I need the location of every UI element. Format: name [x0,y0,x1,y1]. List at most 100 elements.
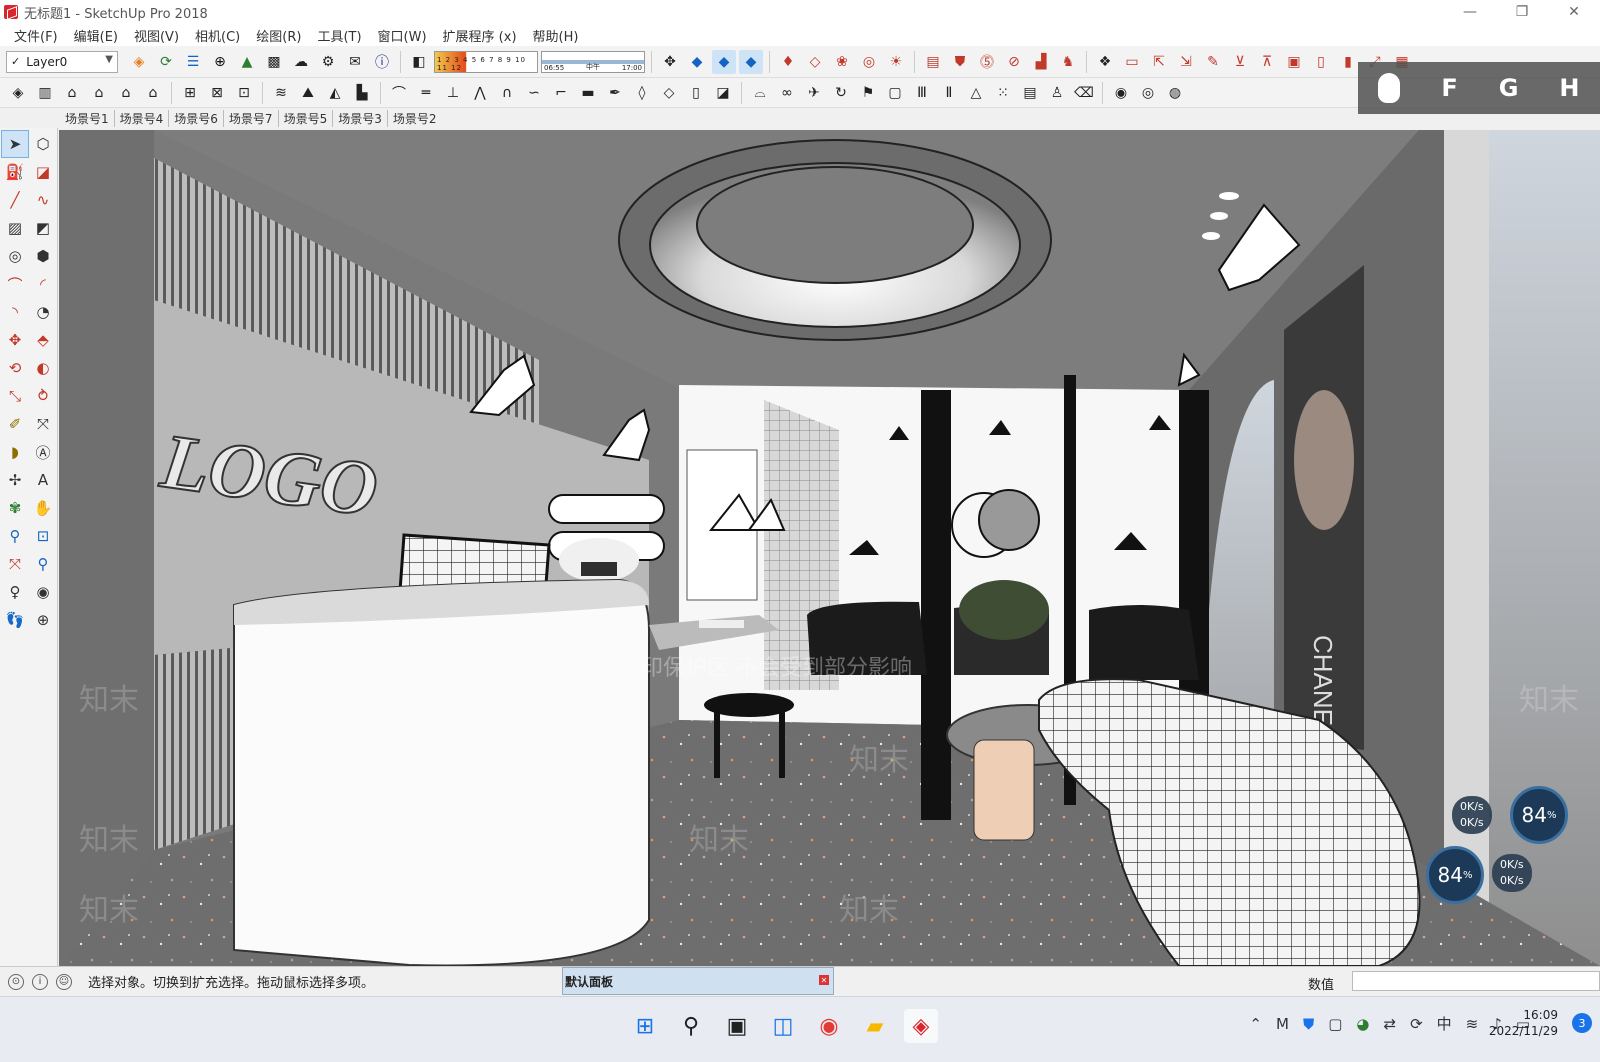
look-around-icon[interactable]: ◉ [29,578,57,606]
rotated-rectangle-icon[interactable]: ◩ [29,214,57,242]
menu-help[interactable]: 帮助(H) [525,26,587,45]
pyramid-icon[interactable]: △ [964,81,988,105]
dimension-icon[interactable]: ⤧ [29,410,57,438]
fence-icon[interactable]: Ⅲ [910,81,934,105]
roof-icon[interactable]: ⌒ [387,81,411,105]
position-camera-icon[interactable]: ♀ [1,578,29,606]
section-plane-icon[interactable]: ⊕ [29,606,57,634]
render-icon[interactable]: ◉ [1109,81,1133,105]
shield-tray-icon[interactable]: ⛊ [1303,1015,1314,1033]
menu-draw[interactable]: 绘图(R) [248,26,309,45]
cabinet-icon[interactable]: ▤ [1018,81,1042,105]
cube-blue-icon[interactable]: ◆ [739,49,763,74]
chrome-icon[interactable]: ◉ [812,1009,846,1043]
cloud-upload-icon[interactable]: ☁ [289,50,313,74]
restore-button[interactable]: ❐ [1496,0,1548,24]
tab-scene-2[interactable]: 场景号2 [388,110,442,127]
menu-camera[interactable]: 相机(C) [187,26,248,45]
two-point-arc-icon[interactable]: ◜ [29,270,57,298]
gear-icon[interactable]: ⚙ [316,50,340,74]
move-icon[interactable]: ✥ [1,326,29,354]
bag-tray-icon[interactable]: ▢ [1328,1015,1342,1033]
light-bulb-icon[interactable]: ☀ [884,50,908,74]
add-circle-icon[interactable]: ⊕ [208,50,232,74]
ribbon-icon[interactable]: ❀ [830,50,854,74]
layers-icon[interactable]: ☰ [181,50,205,74]
rotate-icon[interactable]: ⟲ [1,354,29,382]
search-icon[interactable]: ⚲ [674,1009,708,1043]
iso-view-icon[interactable]: ◈ [6,81,30,105]
menu-tools[interactable]: 工具(T) [309,26,369,45]
previous-view-icon[interactable]: ⚲ [29,550,57,578]
gem-icon[interactable]: ♦ [776,50,800,74]
sync-tray-icon[interactable]: ⟳ [1410,1015,1423,1033]
polygon-icon[interactable]: ⬢ [29,242,57,270]
mail-icon[interactable]: ✉ [343,50,367,74]
folder-icon[interactable]: ▭ [1120,50,1144,74]
bracket-icon[interactable]: ⊥ [441,81,465,105]
layer-manager-icon[interactable]: ◈ [127,50,151,74]
menu-file[interactable]: 文件(F) [6,26,66,45]
eraser-icon[interactable]: ◪ [29,158,57,186]
curve-icon[interactable]: ∽ [522,81,546,105]
notification-badge[interactable]: 3 [1572,1013,1592,1033]
panel-icon[interactable]: ▬ [576,81,600,105]
info-icon[interactable]: i [32,973,48,990]
top-view-icon[interactable]: ▥ [33,81,57,105]
settings-tray-icon[interactable]: ⇄ [1383,1015,1396,1033]
smoove-icon[interactable]: ◭ [323,81,347,105]
export-icon[interactable]: ⇲ [1174,50,1198,74]
arc-icon[interactable]: ⌒ [1,270,29,298]
render-settings-icon[interactable]: ◎ [1136,81,1160,105]
slab-icon[interactable]: ◪ [711,81,735,105]
document-icon[interactable]: ▯ [1309,50,1333,74]
default-tray-panel[interactable]: 默认面板 ✕ [562,967,834,995]
offset-icon[interactable]: ⥁ [29,382,57,410]
wifi-icon[interactable]: ≋ [1466,1015,1479,1033]
close-icon[interactable]: ✕ [819,975,829,985]
left-view-icon[interactable]: ⌂ [141,81,165,105]
beam-icon[interactable]: ═ [414,81,438,105]
dome-icon[interactable]: ⌓ [748,81,772,105]
close-button[interactable]: ✕ [1548,0,1600,24]
zoom-icon[interactable]: ⚲ [1,522,29,550]
document-edit-icon[interactable]: ▮ [1336,50,1360,74]
stairs-icon[interactable]: ▟ [1029,50,1053,74]
menu-window[interactable]: 窗口(W) [370,26,435,45]
column-icon[interactable]: ▯ [684,81,708,105]
protractor-icon[interactable]: ◗ [1,438,29,466]
arch-icon[interactable]: ∩ [495,81,519,105]
widgets-icon[interactable]: ◫ [766,1009,800,1043]
ime-indicator[interactable]: 中 [1437,1013,1452,1034]
menu-view[interactable]: 视图(V) [126,26,187,45]
minimize-button[interactable]: — [1444,0,1496,24]
make-component-icon[interactable]: ⬡ [29,130,57,158]
menu-edit[interactable]: 编辑(E) [66,26,126,45]
render-alert-icon[interactable]: ◍ [1163,81,1187,105]
tab-scene-3[interactable]: 场景号3 [333,109,388,127]
shield-icon[interactable]: ⛊ [948,50,972,74]
fifty-six-icon[interactable]: ⓹ [975,50,999,74]
slash-circle-icon[interactable]: ⊘ [1002,50,1026,74]
paint-bucket-icon[interactable]: ⛽ [1,158,29,186]
download-icon[interactable]: ⊻ [1228,50,1252,74]
zoom-window-icon[interactable]: ⊡ [29,522,57,550]
axes-icon[interactable]: ✢ [1,466,29,494]
tree-icon[interactable]: ▲ [235,50,259,74]
freehand-icon[interactable]: ∿ [29,186,57,214]
elephant-icon[interactable]: ♞ [1056,50,1080,74]
sandbox-icon[interactable]: ≋ [269,81,293,105]
person-icon[interactable]: ♙ [1045,81,1069,105]
spiral-icon[interactable]: ◎ [857,50,881,74]
app-tray-icon[interactable]: Ⅿ [1276,1015,1289,1033]
xray-icon[interactable]: ⊞ [178,81,202,105]
tab-scene-6[interactable]: 场景号6 [169,109,224,127]
cube-selected-icon[interactable]: ◆ [712,49,736,74]
follow-me-icon[interactable]: ◐ [29,354,57,382]
move-crosshair-icon[interactable]: ✥ [658,50,682,74]
start-button[interactable]: ⊞ [628,1009,662,1043]
file-explorer-icon[interactable]: ▰ [858,1009,892,1043]
walk-icon[interactable]: 👣 [1,606,29,634]
rbc-icon[interactable]: ▤ [921,50,945,74]
pencil-icon[interactable]: ✎ [1201,50,1225,74]
